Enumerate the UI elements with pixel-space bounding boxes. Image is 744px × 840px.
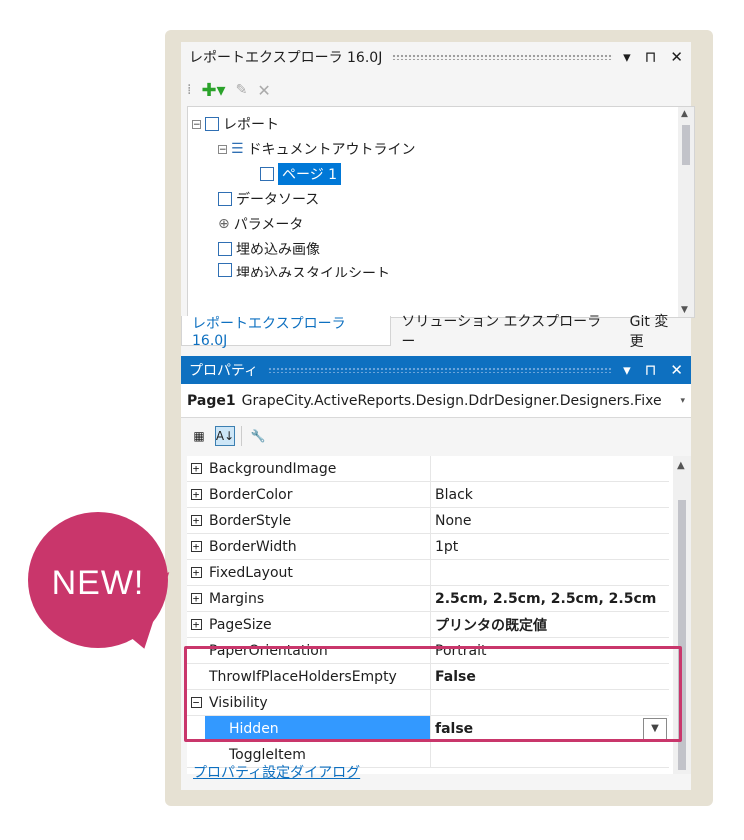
tree-item-label: データソース [236, 192, 320, 208]
edit-icon[interactable]: ✎ [236, 82, 248, 98]
tree-item-report[interactable]: − レポート [192, 113, 279, 135]
properties-title: プロパティ [189, 363, 259, 379]
property-row[interactable]: + FixedLayout [187, 560, 669, 586]
scroll-up-icon[interactable]: ▲ [677, 460, 685, 471]
tab-solution-explorer[interactable]: ソリューション エクスプローラー [391, 314, 619, 350]
property-value[interactable]: 2.5cm, 2.5cm, 2.5cm, 2.5cm [431, 586, 669, 611]
parameter-icon: ⊕ [218, 216, 230, 232]
object-type: GrapeCity.ActiveReports.Design.DdrDesign… [241, 392, 662, 409]
stylesheet-icon [218, 263, 232, 277]
toolbar-separator [241, 426, 242, 446]
tree-scrollbar[interactable]: ▲ ▼ [678, 107, 694, 317]
categorized-icon[interactable]: ▦ [189, 426, 209, 446]
expand-icon[interactable]: + [190, 541, 202, 552]
expand-icon[interactable]: + [190, 463, 202, 474]
toolbar-grip: ⁞ [187, 82, 192, 98]
collapse-icon[interactable]: − [218, 144, 227, 154]
property-name: BackgroundImage [205, 456, 431, 481]
expand-icon[interactable]: + [190, 567, 202, 578]
tree-item-outline[interactable]: − ☰ ドキュメントアウトライン [218, 138, 416, 160]
object-name: Page1 [187, 392, 236, 409]
property-value[interactable]: None [431, 508, 669, 533]
tree-item-label: レポート [223, 117, 279, 133]
property-name: Margins [205, 586, 431, 611]
property-row[interactable]: + BackgroundImage [187, 456, 669, 482]
properties-toolbar: ▦ A↓ 🔧 [181, 420, 389, 452]
property-row[interactable]: + BorderWidth 1pt [187, 534, 669, 560]
property-row[interactable]: + PageSize プリンタの既定値 [187, 612, 669, 638]
scroll-down-icon[interactable]: ▼ [681, 305, 688, 315]
report-explorer-title: レポートエクスプローラ 16.0J [189, 50, 383, 66]
tree-item-stylesheet[interactable]: 埋め込みスタイルシート [218, 263, 390, 277]
expand-icon[interactable]: + [190, 489, 202, 500]
property-value[interactable]: プリンタの既定値 [431, 612, 669, 637]
properties-titlebar: プロパティ ▾ ⊓ ✕ [181, 356, 691, 384]
tree-item-label: ページ 1 [278, 163, 342, 185]
property-value[interactable]: Black [431, 482, 669, 507]
property-name: BorderColor [205, 482, 431, 507]
add-icon[interactable]: ✚▾ [201, 80, 225, 101]
tree-item-datasource[interactable]: データソース [218, 188, 319, 210]
property-value[interactable]: 1pt [431, 534, 669, 559]
explorer-tabs: レポートエクスプローラ 16.0J ソリューション エクスプローラー Git 変… [181, 314, 691, 350]
titlebar-grip[interactable] [392, 54, 614, 60]
tree-item-label: パラメータ [233, 217, 304, 233]
collapse-icon[interactable]: − [192, 119, 201, 129]
property-pages-icon[interactable]: 🔧 [248, 426, 268, 446]
datasource-icon [218, 192, 232, 206]
property-name: BorderStyle [205, 508, 431, 533]
outline-icon: ☰ [231, 141, 244, 157]
expand-icon[interactable]: + [190, 515, 202, 526]
explorer-toolbar: ⁞ ✚▾ ✎ ✕ [181, 76, 387, 104]
property-dialog-link[interactable]: プロパティ設定ダイアログ [193, 762, 360, 782]
dropdown-icon[interactable]: ▾ [623, 48, 631, 66]
tree-item-image[interactable]: 埋め込み画像 [218, 238, 320, 260]
tree-item-label: 埋め込み画像 [236, 242, 320, 258]
delete-icon[interactable]: ✕ [257, 81, 270, 100]
property-value[interactable] [431, 560, 669, 585]
property-name: BorderWidth [205, 534, 431, 559]
property-row[interactable]: + Margins 2.5cm, 2.5cm, 2.5cm, 2.5cm [187, 586, 669, 612]
tab-git-changes[interactable]: Git 変更 [620, 314, 691, 350]
page-icon [260, 167, 274, 181]
pin-icon[interactable]: ⊓ [645, 48, 657, 66]
report-explorer-titlebar: レポートエクスプローラ 16.0J ▾ ⊓ ✕ [181, 42, 691, 72]
report-tree: − レポート − ☰ ドキュメントアウトライン ページ 1 データソース ⊕ パ… [187, 106, 695, 318]
dropdown-icon[interactable]: ▾ [623, 361, 631, 379]
tree-item-label: 埋め込みスタイルシート [236, 266, 390, 277]
tree-item-parameter[interactable]: ⊕ パラメータ [218, 213, 303, 235]
tree-item-label: ドキュメントアウトライン [247, 142, 416, 158]
property-value[interactable] [431, 456, 669, 481]
image-icon [218, 242, 232, 256]
new-badge-text: NEW! [51, 564, 145, 602]
expand-icon[interactable]: + [190, 593, 202, 604]
property-row[interactable]: + BorderStyle None [187, 508, 669, 534]
close-icon[interactable]: ✕ [670, 48, 683, 66]
chevron-down-icon[interactable]: ▾ [680, 396, 685, 406]
property-name: FixedLayout [205, 560, 431, 585]
object-selector[interactable]: Page1 GrapeCity.ActiveReports.Design.Ddr… [181, 384, 691, 418]
tree-item-page1[interactable]: ページ 1 [260, 163, 342, 185]
report-icon [205, 117, 219, 131]
titlebar-grip[interactable] [268, 367, 614, 373]
tab-report-explorer[interactable]: レポートエクスプローラ 16.0J [181, 316, 392, 349]
pin-icon[interactable]: ⊓ [645, 361, 657, 379]
close-icon[interactable]: ✕ [670, 361, 683, 379]
alphabetical-icon[interactable]: A↓ [215, 426, 235, 446]
highlight-outline [184, 646, 682, 742]
property-row[interactable]: + BorderColor Black [187, 482, 669, 508]
property-name: PageSize [205, 612, 431, 637]
property-value[interactable] [431, 742, 669, 767]
scroll-up-icon[interactable]: ▲ [681, 109, 688, 119]
tree-scroll-thumb[interactable] [682, 125, 690, 165]
